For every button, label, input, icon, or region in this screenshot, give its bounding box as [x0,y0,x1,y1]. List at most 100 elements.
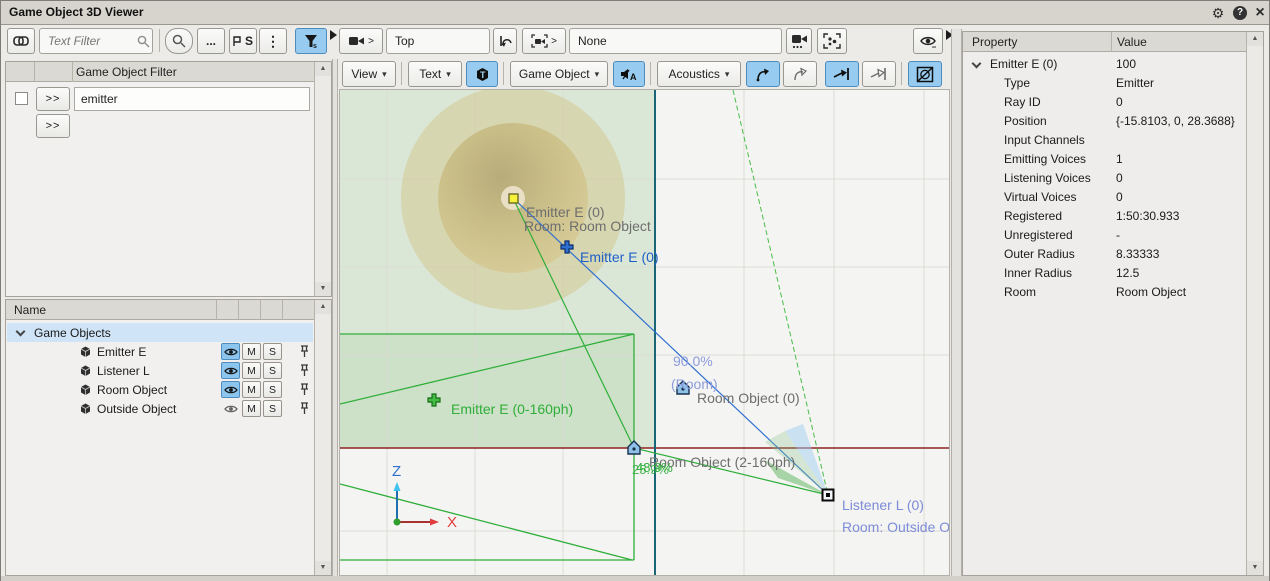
frame-selection-button[interactable] [817,28,847,54]
view-dropdown[interactable]: View ▾ [342,61,396,87]
solo-button[interactable]: S [263,362,282,379]
solo-button[interactable]: S [263,400,282,417]
property-label: Ray ID [1004,95,1041,109]
listener-marker[interactable] [823,490,834,501]
emitter-marker[interactable] [509,194,518,203]
property-row[interactable]: Emitting Voices 1 [964,150,1246,169]
filter-button[interactable]: s [295,28,327,54]
show-geometry-button[interactable] [908,61,942,87]
scroll-down-arrow[interactable]: ▼ [315,561,331,575]
cube-icon [79,364,92,377]
property-row[interactable]: Unregistered - [964,226,1246,245]
property-row[interactable]: Ray ID 0 [964,93,1246,112]
camera-options-button[interactable] [786,28,812,54]
right-splitter[interactable] [951,29,962,576]
tree-item-outside-object[interactable]: Outside Object M S [7,399,313,418]
apply-filter-button[interactable]: >> [36,87,70,111]
mute-labels-button[interactable]: A [613,61,645,87]
pin-icon[interactable] [299,345,310,358]
scroll-up-arrow[interactable]: ▲ [315,62,331,76]
property-row[interactable]: Room Room Object [964,283,1246,302]
listener-camera-button[interactable]: > [522,28,566,54]
property-row[interactable]: Registered 1:50:30.933 [964,207,1246,226]
visibility-eye-button[interactable] [221,400,240,417]
show-emitter-paths-button[interactable] [746,61,780,87]
property-row[interactable]: Input Channels [964,131,1246,150]
filter-row-checkbox[interactable] [15,92,28,105]
tree-root-game-objects[interactable]: Game Objects [7,323,313,342]
reset-camera-button[interactable] [493,28,517,54]
acoustics-dropdown[interactable]: Acoustics ▾ [657,61,741,87]
view-dropdown-label: View [351,67,377,81]
property-row[interactable]: Virtual Voices 0 [964,188,1246,207]
column-divider[interactable] [1111,32,1112,52]
tree-item-label: Outside Object [97,402,176,416]
property-panel: Property Value Emitter E (0) 100 Type Em… [962,31,1264,576]
menu-button[interactable]: ⋮ [259,28,287,54]
show-reflection-paths-button[interactable] [783,61,817,87]
eye-icon [919,34,937,49]
filter-panel-scrollbar[interactable]: ▲ ▼ [314,62,331,296]
mute-button[interactable]: M [242,400,261,417]
search-button[interactable] [165,28,193,54]
display-options-button[interactable] [913,28,943,54]
show-text-button[interactable]: T [466,61,498,87]
scroll-up-arrow[interactable]: ▲ [1247,32,1263,46]
camera-icon [348,35,365,47]
help-icon[interactable]: ? [1233,6,1247,20]
tree-item-listener-l[interactable]: Listener L M S [7,361,313,380]
property-group-row[interactable]: Emitter E (0) 100 [964,55,1246,74]
add-filter-button[interactable]: >> [36,114,70,138]
camera-mode-button[interactable]: > [339,28,383,54]
solo-button[interactable]: S [263,381,282,398]
scroll-up-arrow[interactable]: ▲ [315,300,331,314]
listener-view-field[interactable]: None [569,28,782,54]
tree-panel-scrollbar[interactable]: ▲ ▼ [314,300,331,575]
scroll-down-arrow[interactable]: ▼ [1247,561,1263,575]
property-row[interactable]: Outer Radius 8.33333 [964,245,1246,264]
property-row[interactable]: Type Emitter [964,74,1246,93]
arrow-to-bar-outline-icon [870,66,888,82]
visibility-eye-button[interactable] [221,343,240,360]
chevron-down-icon[interactable] [972,59,982,69]
link-button[interactable] [7,28,35,54]
visibility-eye-button[interactable] [221,362,240,379]
camera-view-field[interactable]: Top [386,28,490,54]
tree-item-room-object[interactable]: Room Object M S [7,380,313,399]
mute-button[interactable]: M [242,343,261,360]
mute-button[interactable]: M [242,362,261,379]
close-icon[interactable]: × [1251,4,1269,22]
undo-arrow-icon [498,34,513,48]
text-dropdown[interactable]: Text ▾ [408,61,462,87]
solo-button[interactable]: S [263,343,282,360]
settings-gear-icon[interactable]: ⚙ [1209,4,1227,22]
property-row[interactable]: Inner Radius 12.5 [964,264,1246,283]
pin-icon[interactable] [299,364,310,377]
game-object-filter-input[interactable] [74,87,310,111]
left-splitter[interactable] [332,59,338,576]
show-diffraction-paths-button[interactable] [825,61,859,87]
muted-speaker-icon: A [620,67,638,82]
chevron-down-icon: ▾ [725,69,730,80]
left-splitter-collapse-arrow[interactable] [330,30,337,40]
scroll-down-arrow[interactable]: ▼ [315,282,331,296]
game-object-dropdown[interactable]: Game Object ▾ [510,61,608,87]
property-value: 8.33333 [1116,247,1159,261]
acoustics-dropdown-label: Acoustics [669,67,720,81]
property-panel-scrollbar[interactable]: ▲ ▼ [1246,32,1263,575]
pin-icon[interactable] [299,383,310,396]
more-options-button[interactable]: ... [197,28,225,54]
pin-icon[interactable] [299,402,310,415]
3d-viewport[interactable]: Z X Emitter E (0) Room: Room Object Emit… [339,89,950,576]
property-value: 12.5 [1116,266,1139,280]
mute-button[interactable]: M [242,381,261,398]
property-row[interactable]: Position {-15.8103, 0, 28.3688} [964,112,1246,131]
ellipsis-icon: ... [206,34,216,48]
property-row[interactable]: Listening Voices 0 [964,169,1246,188]
chevron-down-icon[interactable] [16,326,26,336]
text-filter-input[interactable] [39,28,153,54]
soloed-objects-button[interactable]: S [229,28,257,54]
visibility-eye-button[interactable] [221,381,240,398]
show-transmission-paths-button[interactable] [862,61,896,87]
tree-item-emitter-e[interactable]: Emitter E M S [7,342,313,361]
